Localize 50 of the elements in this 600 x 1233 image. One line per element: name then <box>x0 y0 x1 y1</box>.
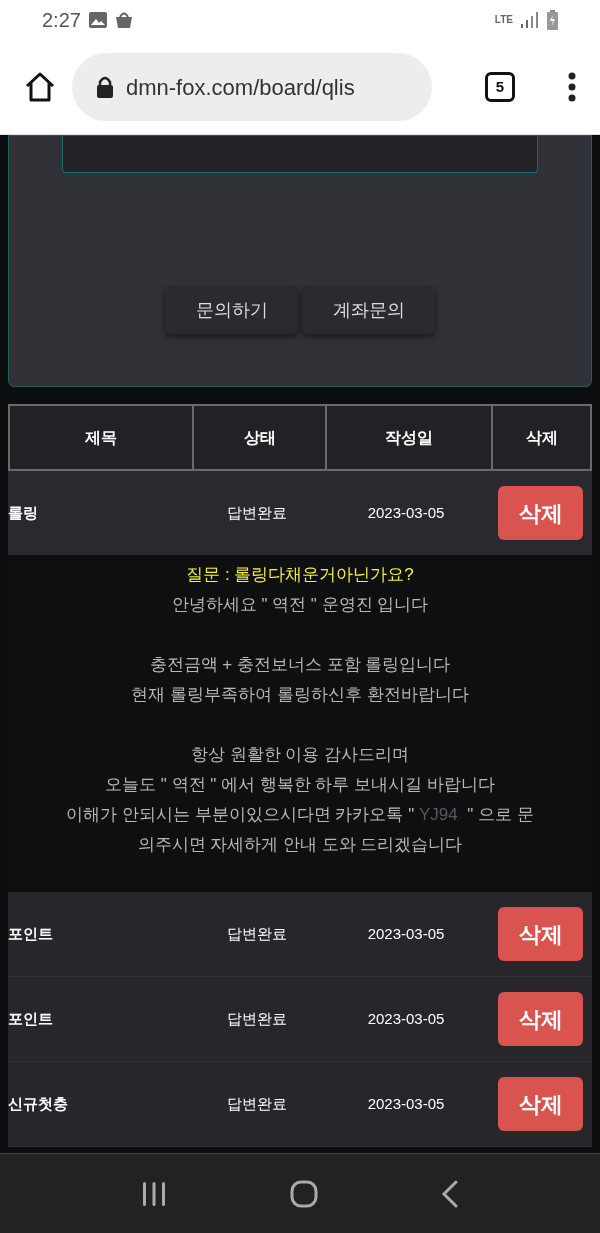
url-text: dmn-fox.com/board/qlis <box>126 73 355 102</box>
column-header: 상태 <box>243 427 276 448</box>
url-field[interactable]: dmn-fox.com/board/qlis <box>72 53 432 121</box>
question-text: 질문 : 롤링다채운거아닌가요? <box>186 564 414 586</box>
status-cell-text: 답변완료 <box>226 1093 287 1114</box>
lock-icon <box>96 76 114 98</box>
status-time: 2:27 <box>42 8 81 33</box>
answer-text: 의주시면 자세하게 안내 도와 드리겠습니다 <box>137 834 463 856</box>
status-cell-text: 답변완료 <box>226 502 287 523</box>
column-header: 제목 <box>85 427 117 448</box>
battery-icon <box>547 10 558 30</box>
delete-button[interactable]: 삭제 <box>498 486 583 540</box>
delete-button[interactable]: 삭제 <box>498 1077 583 1131</box>
date-cell-text: 2023-03-05 <box>367 1008 445 1029</box>
form-button[interactable]: 문의하기 <box>165 286 298 334</box>
table-row[interactable]: 포인트 답변완료 2023-03-05 삭제 <box>8 892 592 977</box>
status-cell-text: 답변완료 <box>226 1008 287 1029</box>
title-cell[interactable]: 포인트 <box>8 1007 53 1031</box>
answer-text: 오늘도 " 역전 " 에서 행복한 하루 보내시길 바랍니다 <box>105 774 495 796</box>
column-header: 삭제 <box>525 427 558 448</box>
title-cell[interactable]: 포인트 <box>8 922 53 946</box>
answer-text: 충전금액 + 충전보너스 포함 롤링입니다 <box>149 654 451 676</box>
date-cell-text: 2023-03-05 <box>367 1093 445 1114</box>
answer-text: 현재 롤링부족하여 롤링하신후 환전바랍니다 <box>131 684 469 706</box>
column-header: 작성일 <box>385 427 433 448</box>
date-cell-text: 2023-03-05 <box>367 502 445 523</box>
title-cell[interactable]: 신규첫충 <box>8 1092 68 1116</box>
image-icon <box>88 12 107 28</box>
title-cell[interactable]: 롤링 <box>8 501 38 525</box>
date-cell-text: 2023-03-05 <box>367 923 445 944</box>
table-row[interactable]: 롤링 답변완료 2023-03-05 삭제 <box>8 471 592 556</box>
delete-button[interactable]: 삭제 <box>498 992 583 1046</box>
home-icon[interactable] <box>24 72 56 102</box>
table-row[interactable]: 포인트 답변완료 2023-03-05 삭제 <box>8 977 592 1062</box>
home-button-icon[interactable] <box>290 1179 318 1208</box>
table-row[interactable]: 신규첫충 답변완료 2023-03-05 삭제 <box>8 1062 592 1147</box>
bag-icon <box>114 11 133 29</box>
answer-text: 항상 원활한 이용 감사드리며 <box>190 744 410 766</box>
answer-text: 이해가 안되시는 부분이있으시다면 카카오톡 " YJ94 " 으로 문 <box>66 804 534 826</box>
back-icon[interactable] <box>440 1179 459 1208</box>
tab-count-button[interactable]: 5 <box>485 72 515 102</box>
recent-apps-icon[interactable] <box>141 1180 168 1207</box>
form-button[interactable]: 계좌문의 <box>302 286 435 334</box>
signal-icon <box>521 12 539 28</box>
network-label: LTE <box>494 15 513 25</box>
status-cell-text: 답변완료 <box>226 923 287 944</box>
answer-text: 안녕하세요 " 역전 " 운영진 입니다 <box>171 594 429 616</box>
delete-button[interactable]: 삭제 <box>498 907 583 961</box>
menu-icon[interactable] <box>568 72 576 102</box>
message-field[interactable] <box>62 136 538 173</box>
